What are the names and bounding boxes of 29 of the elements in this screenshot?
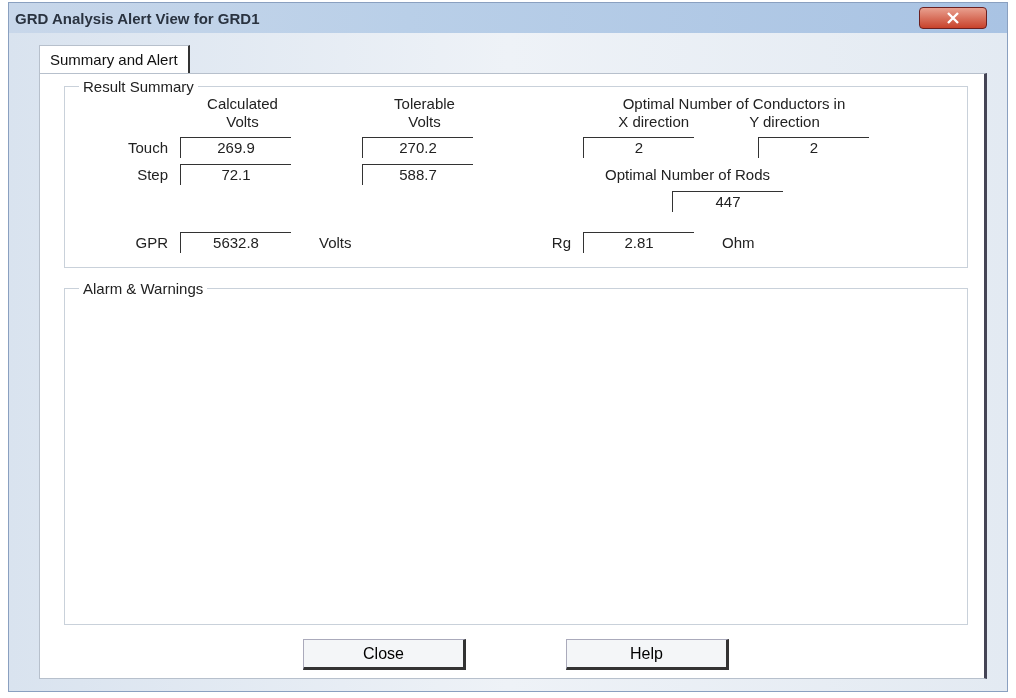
- tab[interactable]: Summary and Alert: [39, 45, 190, 73]
- column-header: X direction: [618, 113, 690, 131]
- value-field[interactable]: 2: [758, 137, 869, 158]
- rods-label: Optimal Number of Rods: [605, 166, 771, 183]
- row-label: Step: [136, 166, 169, 183]
- group-title: Result Summary: [82, 78, 195, 95]
- dialog-button[interactable]: Help: [566, 639, 729, 670]
- unit-label: Volts: [318, 234, 353, 251]
- dialog-button[interactable]: Close: [303, 639, 466, 670]
- value-field[interactable]: 72.1: [180, 164, 291, 185]
- window-title: GRD Analysis Alert View for GRD1: [15, 9, 260, 27]
- close-button[interactable]: [919, 7, 987, 29]
- value-field[interactable]: 269.9: [180, 137, 291, 158]
- value-field[interactable]: 2.81: [583, 232, 694, 253]
- group-title: Alarm & Warnings: [82, 280, 205, 297]
- close-icon: [945, 12, 961, 24]
- value-field[interactable]: 5632.8: [180, 232, 291, 253]
- value-field[interactable]: 270.2: [362, 137, 473, 158]
- column-header: Calculated Volts: [206, 95, 279, 131]
- value-field[interactable]: 2: [583, 137, 694, 158]
- value-field[interactable]: 447: [672, 191, 783, 212]
- value-field[interactable]: 588.7: [362, 164, 473, 185]
- column-header: Tolerable Volts: [393, 95, 456, 131]
- row-label: Touch: [126, 139, 169, 156]
- column-header: Y direction: [749, 113, 820, 131]
- column-header: Optimal Number of Conductors in: [622, 95, 846, 113]
- unit-label: Ohm: [721, 234, 756, 251]
- row-label: Rg: [550, 234, 572, 251]
- row-label: GPR: [134, 234, 169, 251]
